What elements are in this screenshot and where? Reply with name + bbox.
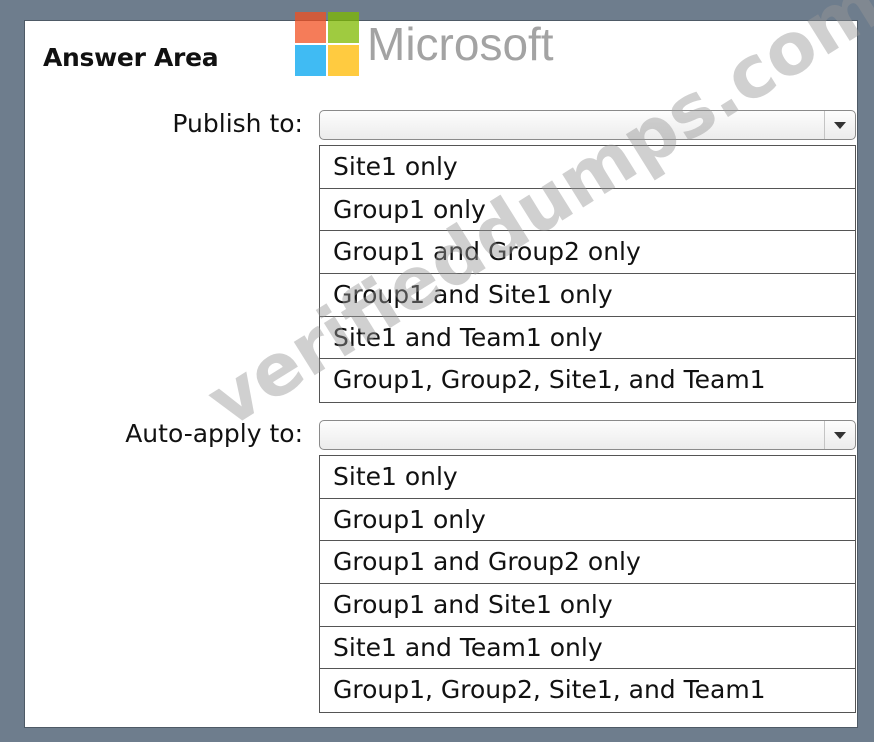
- auto-apply-option-all[interactable]: Group1, Group2, Site1, and Team1: [320, 669, 855, 712]
- auto-apply-option-site1-only[interactable]: Site1 only: [320, 456, 855, 499]
- auto-apply-option-site1-team1[interactable]: Site1 and Team1 only: [320, 627, 855, 670]
- auto-apply-to-options: Site1 only Group1 only Group1 and Group2…: [319, 455, 856, 714]
- auto-apply-option-group1-site1[interactable]: Group1 and Site1 only: [320, 584, 855, 627]
- chevron-down-icon[interactable]: [824, 111, 855, 139]
- auto-apply-option-group1-only[interactable]: Group1 only: [320, 499, 855, 542]
- auto-apply-option-group1-group2[interactable]: Group1 and Group2 only: [320, 541, 855, 585]
- publish-to-dropdown[interactable]: [319, 110, 856, 140]
- publish-option-group1-only[interactable]: Group1 only: [320, 189, 855, 232]
- publish-option-site1-team1[interactable]: Site1 and Team1 only: [320, 317, 855, 360]
- auto-apply-to-dropdown[interactable]: [319, 420, 856, 450]
- publish-option-group1-group2[interactable]: Group1 and Group2 only: [320, 231, 855, 275]
- publish-to-options: Site1 only Group1 only Group1 and Group2…: [319, 145, 856, 404]
- chevron-down-icon[interactable]: [824, 421, 855, 449]
- publish-option-all[interactable]: Group1, Group2, Site1, and Team1: [320, 359, 855, 402]
- logo-square-blue: [295, 45, 326, 76]
- publish-option-site1-only[interactable]: Site1 only: [320, 146, 855, 189]
- logo-square-green: [328, 12, 359, 43]
- publish-option-group1-site1[interactable]: Group1 and Site1 only: [320, 274, 855, 317]
- answer-area-panel: Answer Area Microsoft Publish to: Site1 …: [24, 0, 874, 728]
- auto-apply-to-label: Auto-apply to:: [125, 419, 303, 448]
- microsoft-logo-text: Microsoft: [367, 18, 554, 70]
- answer-area-title: Answer Area: [43, 43, 219, 72]
- microsoft-logo-icon: [295, 12, 361, 78]
- publish-to-label: Publish to:: [172, 109, 303, 138]
- logo-square-yellow: [328, 45, 359, 76]
- logo-square-red: [295, 12, 326, 43]
